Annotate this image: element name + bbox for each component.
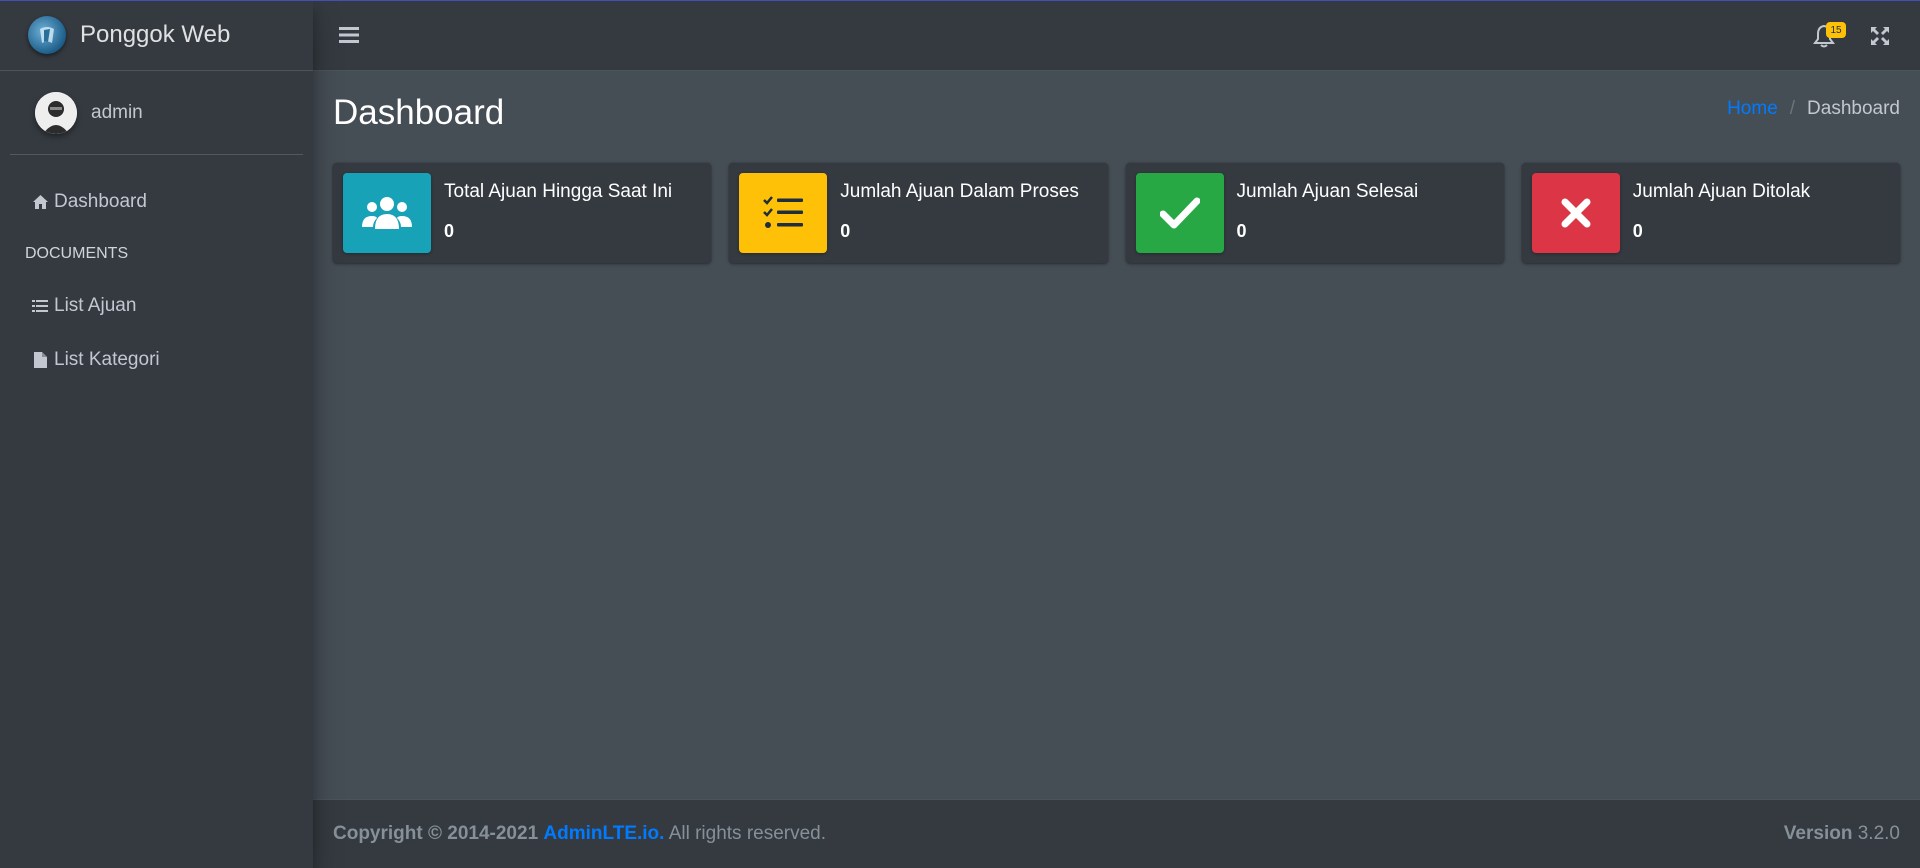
sidebar-item-label: List Kategori: [54, 349, 160, 370]
breadcrumb: Home / Dashboard: [1727, 98, 1900, 120]
list-icon: [30, 299, 50, 313]
footer-version: Version 3.2.0: [1784, 823, 1900, 845]
brand-link[interactable]: Ponggok Web: [0, 0, 313, 71]
notification-badge: 15: [1826, 22, 1846, 38]
footer: Copyright © 2014-2021 AdminLTE.io. All r…: [313, 799, 1920, 868]
sidebar-section-header: DOCUMENTS: [25, 245, 129, 262]
info-box-total: Total Ajuan Hingga Saat Ini 0: [333, 163, 712, 263]
info-box-row: Total Ajuan Hingga Saat Ini 0 Jumlah Aju…: [333, 163, 1900, 263]
breadcrumb-separator: /: [1789, 98, 1796, 119]
info-box-value: 0: [1632, 221, 1643, 241]
fullscreen-expand-icon[interactable]: [1870, 26, 1890, 46]
version-label: Version: [1783, 823, 1853, 844]
info-box-label: Jumlah Ajuan Selesai: [1236, 181, 1419, 202]
sidebar-item-dashboard[interactable]: Dashboard: [0, 175, 313, 229]
topbar: 15: [313, 0, 1920, 71]
tasks-icon: [739, 173, 828, 253]
sidebar-item-label: Dashboard: [54, 191, 147, 212]
content-wrapper: Dashboard Home / Dashboard Total Ajuan H…: [313, 71, 1920, 799]
avatar[interactable]: [35, 91, 77, 134]
info-box-value: 0: [840, 221, 851, 241]
users-icon: [343, 173, 431, 253]
brand-logo-icon: [28, 16, 66, 54]
file-icon: [30, 352, 50, 368]
sidebar-item-label: List Ajuan: [54, 295, 137, 316]
times-icon: [1531, 173, 1620, 253]
brand-name: Ponggok Web: [80, 21, 231, 48]
info-box-value: 0: [444, 221, 455, 241]
sidebar-item-list-ajuan[interactable]: List Ajuan: [0, 279, 313, 333]
info-box-label: Jumlah Ajuan Ditolak: [1632, 181, 1811, 202]
copyright-text: Copyright © 2014-2021: [333, 823, 539, 844]
info-box-label: Jumlah Ajuan Dalam Proses: [840, 181, 1079, 202]
breadcrumb-current: Dashboard: [1807, 98, 1900, 119]
info-box-rejected: Jumlah Ajuan Ditolak 0: [1521, 163, 1900, 263]
adminlte-link[interactable]: AdminLTE.io.: [543, 823, 664, 844]
sidebar-nav: Dashboard DOCUMENTS List Ajuan List Kate…: [0, 155, 313, 387]
footer-copyright: Copyright © 2014-2021 AdminLTE.io. All r…: [333, 823, 826, 845]
user-name[interactable]: admin: [91, 102, 143, 124]
user-panel: admin: [10, 71, 303, 155]
sidebar: Ponggok Web admin Dashboard DOCUMENTS Li…: [0, 0, 313, 868]
check-icon: [1135, 173, 1224, 253]
info-box-label: Total Ajuan Hingga Saat Ini: [444, 181, 673, 202]
info-box-in-process: Jumlah Ajuan Dalam Proses 0: [729, 163, 1108, 263]
page-title: Dashboard: [333, 93, 505, 132]
info-box-value: 0: [1236, 221, 1247, 241]
info-box-completed: Jumlah Ajuan Selesai 0: [1125, 163, 1504, 263]
version-number: 3.2.0: [1857, 823, 1900, 844]
breadcrumb-home-link[interactable]: Home: [1727, 98, 1778, 120]
top-accent-line: [0, 0, 1920, 1]
sidebar-item-list-kategori[interactable]: List Kategori: [0, 333, 313, 387]
rights-text: All rights reserved.: [668, 823, 827, 844]
home-icon: [30, 194, 50, 210]
hamburger-menu-icon[interactable]: [339, 26, 359, 44]
